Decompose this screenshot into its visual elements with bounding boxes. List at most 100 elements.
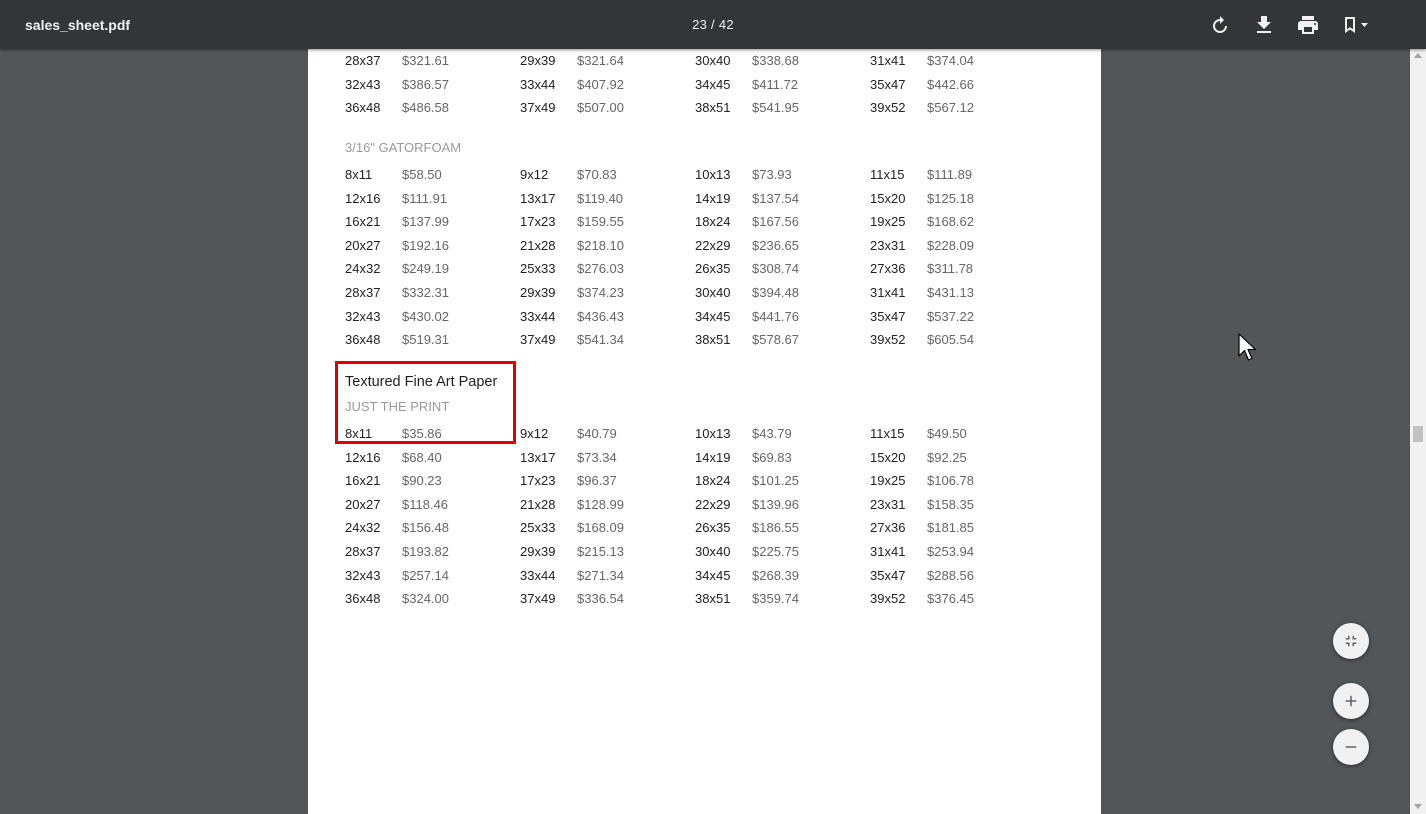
price-cell: $519.31 [402, 332, 449, 347]
size-cell: 35x47 [870, 309, 906, 324]
price-cell: $49.50 [927, 426, 967, 441]
price-cell: $139.96 [752, 497, 799, 512]
size-cell: 20x27 [345, 497, 381, 512]
price-cell: $486.58 [402, 100, 449, 115]
size-cell: 22x29 [695, 238, 731, 253]
print-button[interactable] [1296, 13, 1320, 37]
fit-to-page-button[interactable] [1333, 623, 1369, 659]
vertical-scrollbar[interactable] [1410, 49, 1426, 814]
bookmark-menu-button[interactable] [1340, 13, 1372, 37]
price-row: 28x37 $321.61 29x39 $321.64 30x40 $338.68 31x4… [308, 53, 1101, 73]
price-cell: $567.12 [927, 100, 974, 115]
size-cell: 28x37 [345, 285, 381, 300]
price-row: 20x27 $118.46 21x28 $128.99 22x29 $139.96 23x3… [308, 497, 1101, 517]
size-cell: 11x15 [870, 167, 905, 182]
price-cell: $336.54 [577, 591, 624, 606]
size-cell: 21x28 [520, 238, 556, 253]
price-cell: $137.99 [402, 214, 449, 229]
size-cell: 8x11 [345, 426, 373, 441]
size-cell: 13x17 [520, 450, 556, 465]
price-cell: $359.74 [752, 591, 799, 606]
size-cell: 34x45 [695, 568, 731, 583]
price-row: 32x43 $430.02 33x44 $436.43 34x45 $441.76 35x4… [308, 309, 1101, 329]
size-cell: 36x48 [345, 332, 381, 347]
size-cell: 17x23 [520, 473, 556, 488]
price-cell: $137.54 [752, 191, 799, 206]
size-cell: 18x24 [695, 473, 731, 488]
size-cell: 30x40 [695, 53, 731, 68]
scroll-up-arrow-icon[interactable] [1414, 53, 1422, 58]
price-cell: $442.66 [927, 77, 974, 92]
price-cell: $101.25 [752, 473, 799, 488]
zoom-out-button[interactable] [1333, 729, 1369, 765]
price-cell: $541.95 [752, 100, 799, 115]
price-cell: $430.02 [402, 309, 449, 324]
price-cell: $192.16 [402, 238, 449, 253]
price-cell: $158.35 [927, 497, 974, 512]
price-cell: $168.62 [927, 214, 974, 229]
mouse-pointer-icon [1238, 333, 1258, 368]
price-row: 36x48 $519.31 37x49 $541.34 38x51 $578.67 39x5… [308, 332, 1101, 352]
size-cell: 29x39 [520, 53, 556, 68]
pdf-viewer[interactable]: 3/16" GATORFOAM Textured Fine Art Paper … [0, 49, 1410, 814]
rotate-icon [1213, 16, 1227, 33]
size-cell: 31x41 [870, 53, 906, 68]
scroll-thumb[interactable] [1413, 426, 1423, 442]
size-cell: 30x40 [695, 544, 731, 559]
size-cell: 9x12 [520, 167, 549, 182]
price-cell: $374.23 [577, 285, 624, 300]
size-cell: 17x23 [520, 214, 556, 229]
price-row: 12x16 $111.91 13x17 $119.40 14x19 $137.54 15x2… [308, 191, 1101, 211]
size-cell: 25x33 [520, 261, 556, 276]
price-cell: $225.75 [752, 544, 799, 559]
size-cell: 24x32 [345, 261, 381, 276]
size-cell: 33x44 [520, 77, 556, 92]
fit-to-page-icon [1345, 635, 1357, 647]
rotate-button[interactable] [1208, 13, 1232, 37]
price-cell: $92.25 [927, 450, 967, 465]
download-button[interactable] [1252, 13, 1276, 37]
size-cell: 27x36 [870, 261, 906, 276]
size-cell: 26x35 [695, 261, 731, 276]
plus-icon [1345, 695, 1357, 707]
size-cell: 32x43 [345, 309, 381, 324]
price-cell: $168.09 [577, 520, 624, 535]
price-cell: $321.64 [577, 53, 624, 68]
price-cell: $186.55 [752, 520, 799, 535]
price-row: 32x43 $257.14 33x44 $271.34 34x45 $268.39 35x4… [308, 568, 1101, 588]
size-cell: 32x43 [345, 77, 381, 92]
price-cell: $407.92 [577, 77, 624, 92]
price-row: 36x48 $324.00 37x49 $336.54 38x51 $359.74 39x5… [308, 591, 1101, 611]
size-cell: 20x27 [345, 238, 381, 253]
size-cell: 27x36 [870, 520, 906, 535]
size-cell: 24x32 [345, 520, 381, 535]
size-cell: 39x52 [870, 591, 906, 606]
price-cell: $249.19 [402, 261, 449, 276]
size-cell: 11x15 [870, 426, 905, 441]
price-cell: $288.56 [927, 568, 974, 583]
pdf-page: 3/16" GATORFOAM Textured Fine Art Paper … [308, 49, 1101, 814]
price-cell: $193.82 [402, 544, 449, 559]
price-row: 8x11 $35.86 9x12 $40.79 10x13 $43.79 11x15 $49.… [308, 426, 1101, 446]
price-row: 16x21 $137.99 17x23 $159.55 18x24 $167.56 19x2… [308, 214, 1101, 234]
size-cell: 16x21 [345, 214, 381, 229]
price-cell: $181.85 [927, 520, 974, 535]
price-cell: $605.54 [927, 332, 974, 347]
size-cell: 8x11 [345, 167, 373, 182]
zoom-in-button[interactable] [1333, 683, 1369, 719]
section-label-gatorfoam: 3/16" GATORFOAM [345, 140, 462, 155]
price-row: 28x37 $332.31 29x39 $374.23 30x40 $394.48 31x4… [308, 285, 1101, 305]
price-cell: $40.79 [577, 426, 617, 441]
price-cell: $159.55 [577, 214, 624, 229]
size-cell: 10x13 [695, 167, 731, 182]
size-cell: 28x37 [345, 544, 381, 559]
size-cell: 31x41 [870, 544, 906, 559]
scroll-down-arrow-icon[interactable] [1414, 804, 1422, 809]
size-cell: 30x40 [695, 285, 731, 300]
price-cell: $311.78 [927, 261, 974, 276]
price-cell: $578.67 [752, 332, 799, 347]
price-cell: $35.86 [402, 426, 442, 441]
section-heading-textured-fine-art-paper: Textured Fine Art Paper [345, 374, 498, 390]
size-cell: 15x20 [870, 191, 906, 206]
size-cell: 23x31 [870, 497, 906, 512]
